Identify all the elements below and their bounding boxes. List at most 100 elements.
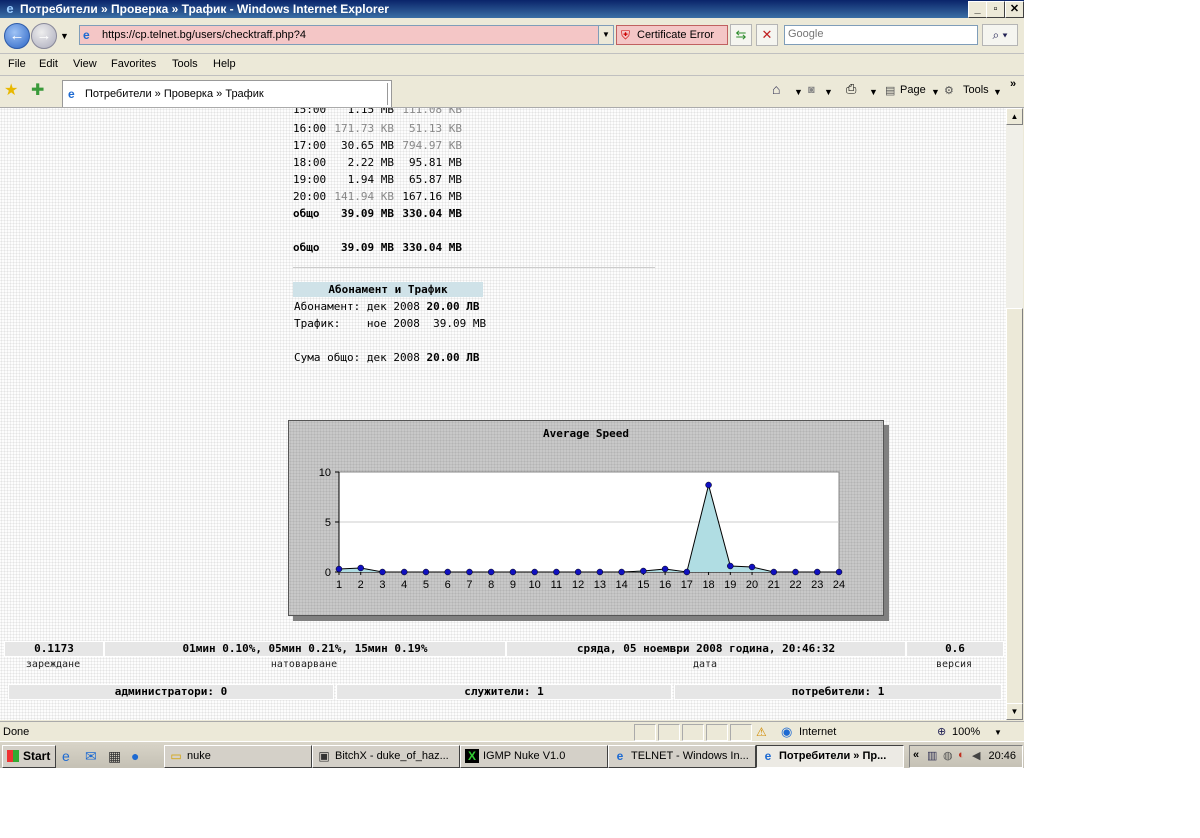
feeds-dropdown-icon[interactable]: ▼ (824, 87, 833, 97)
ie-icon: e (616, 749, 624, 763)
zoom-level[interactable]: 100% (952, 726, 980, 738)
menu-view[interactable]: View (73, 58, 97, 70)
forward-button[interactable]: → (31, 23, 57, 49)
stop-button[interactable]: ✕ (756, 24, 778, 46)
tray-expand-icon[interactable]: « (913, 749, 919, 761)
antivirus-icon[interactable]: ◐ (958, 749, 965, 761)
data-point (400, 568, 408, 576)
x-tick-label: 13 (594, 579, 606, 591)
outgoing-cell: 794.97 KB (402, 139, 462, 152)
menu-favorites[interactable]: Favorites (111, 58, 156, 70)
globe-icon: ◉ (781, 724, 793, 739)
incoming-cell: 2.22 MB (347, 156, 394, 169)
tools-menu-button[interactable]: Tools (963, 84, 989, 96)
certificate-error-button[interactable]: ⛨ Certificate Error (616, 25, 728, 45)
x-tick-label: 20 (746, 579, 758, 591)
zoom-dropdown-icon[interactable]: ▼ (994, 728, 1002, 737)
add-favorite-icon[interactable]: ✚ (31, 82, 44, 100)
feeds-icon[interactable]: ◙ (808, 84, 815, 96)
print-dropdown-icon[interactable]: ▼ (869, 87, 878, 97)
close-button[interactable]: ✕ (1005, 1, 1024, 18)
hour-cell: 15:00 (293, 108, 327, 116)
grand-totals-outgoing: 330.04 MB (402, 241, 462, 254)
start-button[interactable]: Start (2, 745, 56, 768)
window-title: Потребители » Проверка » Трафик - Window… (20, 2, 389, 16)
incoming-cell: 1.15 MB (347, 108, 394, 116)
fee-value: 20.00 ЛВ (426, 300, 480, 313)
scroll-down-button[interactable]: ▼ (1006, 703, 1023, 720)
outgoing-cell: 95.81 MB (409, 156, 462, 169)
x-tick-label: 8 (488, 579, 494, 591)
vertical-scrollbar[interactable]: ▲ ▼ (1006, 108, 1023, 720)
address-url[interactable]: https://cp.telnet.bg/users/checktraff.ph… (102, 29, 306, 41)
totals-outgoing: 330.04 MB (402, 207, 462, 220)
network-icon[interactable]: ▥ (927, 749, 937, 762)
back-button[interactable]: ← (4, 23, 30, 49)
task-current-page[interactable]: e Потребители » Пр... (756, 745, 904, 768)
quicklaunch-globe-icon[interactable]: ● (131, 748, 139, 764)
task-nuke[interactable]: ▭ nuke (164, 745, 312, 768)
outgoing-cell: 111.08 KB (402, 108, 462, 116)
tray-app-icon[interactable]: ◍ (943, 749, 953, 762)
grand-totals-incoming: 39.09 MB (341, 241, 394, 254)
page-dropdown-icon[interactable]: ▼ (931, 87, 940, 97)
menu-file[interactable]: File (8, 58, 26, 70)
scroll-up-button[interactable]: ▲ (1006, 108, 1023, 125)
address-field[interactable]: e https://cp.telnet.bg/users/checktraff.… (79, 25, 614, 45)
data-point (705, 481, 712, 489)
table-row: 20:00 141.94 KB 167.16 MB (293, 190, 473, 207)
menu-help[interactable]: Help (213, 58, 236, 70)
task-telnet[interactable]: e TELNET - Windows In... (608, 745, 756, 768)
outgoing-cell: 51.13 KB (409, 122, 462, 135)
refresh-button[interactable]: ⇆ (730, 24, 752, 46)
task-igmp-nuke[interactable]: X IGMP Nuke V1.0 (460, 745, 608, 768)
x-tick-label: 15 (637, 579, 649, 591)
chevron-right-icon[interactable]: » (1010, 78, 1016, 90)
quicklaunch-outlook-icon[interactable]: ✉ (85, 748, 97, 764)
x-tick-label: 11 (551, 579, 562, 591)
hour-cell: 18:00 (293, 156, 327, 169)
search-go-button[interactable]: ⌕ ▾ (982, 24, 1018, 46)
maximize-button[interactable]: ▫ (986, 1, 1005, 18)
y-tick-label: 0 (325, 567, 331, 579)
print-icon[interactable]: ⎙ (846, 81, 856, 97)
data-point (727, 562, 734, 570)
certificate-error-label: Certificate Error (637, 29, 715, 41)
home-icon[interactable]: ⌂ (772, 81, 780, 97)
page-menu-button[interactable]: Page (900, 84, 926, 96)
history-dropdown-icon[interactable]: ▼ (60, 31, 69, 41)
x-app-icon: X (465, 749, 479, 763)
clock[interactable]: 20:46 (988, 750, 1016, 762)
search-field[interactable] (784, 25, 978, 45)
page-doc-icon: ▤ (885, 85, 896, 97)
data-point (596, 568, 604, 576)
x-tick-label: 7 (466, 579, 472, 591)
data-point (683, 568, 691, 576)
zoom-icon: ⊕ (937, 726, 947, 738)
protected-mode-icon[interactable]: ⚠ (756, 725, 767, 739)
data-point (422, 568, 430, 576)
favorites-star-icon[interactable]: ★ (4, 82, 18, 100)
quicklaunch-ie-icon[interactable]: e (62, 748, 70, 764)
table-row: 16:00 171.73 KB 51.13 KB (293, 122, 473, 139)
menu-tools[interactable]: Tools (172, 58, 198, 70)
tools-dropdown-icon[interactable]: ▼ (993, 87, 1002, 97)
quicklaunch-calendar-icon[interactable]: ▦ (108, 748, 121, 764)
tab-current[interactable]: e Потребители » Проверка » Трафик (62, 80, 392, 107)
data-point (553, 568, 560, 576)
home-dropdown-icon[interactable]: ▼ (794, 87, 803, 97)
folder-icon: ▭ (170, 749, 182, 763)
address-toolbar: ← → ▼ e https://cp.telnet.bg/users/check… (0, 18, 1024, 54)
address-dropdown-icon[interactable]: ▼ (598, 26, 613, 44)
scroll-thumb[interactable] (1006, 308, 1023, 704)
minimize-button[interactable]: _ (968, 1, 987, 18)
table-row: 19:00 1.94 MB 65.87 MB (293, 173, 473, 190)
task-label: nuke (187, 750, 211, 762)
volume-icon[interactable]: ◀ (972, 749, 980, 762)
menu-edit[interactable]: Edit (39, 58, 58, 70)
x-tick-label: 23 (811, 579, 823, 591)
task-bitchx[interactable]: ▣ BitchX - duke_of_haz... (312, 745, 460, 768)
x-tick-label: 10 (529, 579, 541, 591)
search-input[interactable] (785, 26, 976, 42)
y-tick-label: 5 (325, 517, 331, 529)
